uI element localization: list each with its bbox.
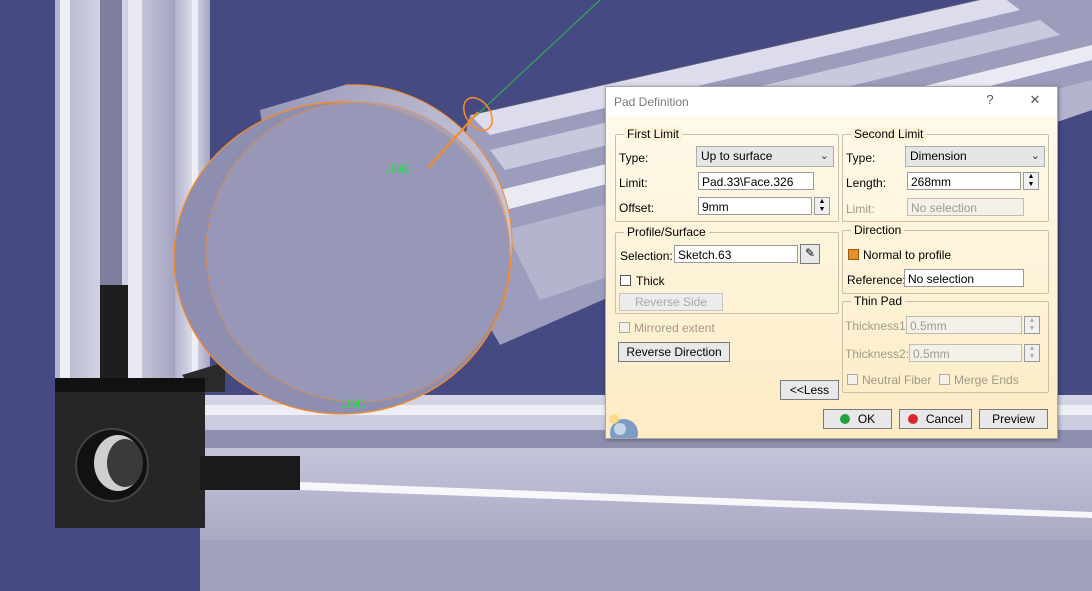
selection-field[interactable]: Sketch.63	[674, 245, 798, 263]
reference-label: Reference:	[847, 273, 906, 287]
first-limit-group: First Limit Type: Up to surface ⌄ Limit:…	[615, 127, 839, 222]
thickness1-label: Thickness1:	[845, 319, 910, 333]
offset-label: Offset:	[619, 201, 655, 215]
ok-status-icon	[839, 414, 850, 424]
offset-field[interactable]: 9mm	[698, 197, 812, 215]
less-button[interactable]: <<Less	[780, 380, 839, 400]
first-type-label: Type:	[619, 151, 649, 165]
neutral-fiber-checkbox[interactable]	[847, 374, 858, 385]
thin-pad-legend: Thin Pad	[851, 294, 906, 308]
preview-button[interactable]: Preview	[979, 409, 1048, 429]
first-limit-label: Limit:	[619, 176, 648, 190]
thickness1-spinner[interactable]: ▲ ▼	[1024, 316, 1040, 334]
thickness2-spinner[interactable]: ▲ ▼	[1024, 344, 1040, 362]
profile-surface-legend: Profile/Surface	[624, 225, 709, 239]
second-type-value: Dimension	[910, 149, 967, 163]
second-limit-legend: Second Limit	[851, 127, 927, 141]
cancel-button[interactable]: Cancel	[899, 409, 972, 429]
sketcher-edit-icon[interactable]: ✎	[800, 244, 820, 264]
direction-group: Direction Normal to profile Reference: N…	[842, 223, 1049, 294]
first-limit-field[interactable]: Pad.33\Face.326	[698, 172, 814, 190]
thickness1-field[interactable]: 0.5mm	[906, 316, 1022, 334]
length-spinner[interactable]: ▲ ▼	[1023, 172, 1039, 190]
thick-checkbox[interactable]	[620, 275, 631, 286]
thickness2-label: Thickness2:	[845, 347, 910, 361]
thin-pad-group: Thin Pad Thickness1: 0.5mm ▲ ▼ Thickness2…	[842, 294, 1049, 393]
normal-to-profile-checkbox[interactable]	[848, 249, 859, 260]
merge-ends-label: Merge Ends	[954, 373, 1019, 387]
first-type-value: Up to surface	[701, 149, 773, 163]
length-field[interactable]: 268mm	[907, 172, 1021, 190]
close-button[interactable]: ✕	[1025, 92, 1045, 110]
lim2-label: LIM2	[384, 162, 411, 176]
thickness2-field[interactable]: 0.5mm	[909, 344, 1022, 362]
ok-button-label: OK	[857, 412, 876, 426]
reference-field[interactable]: No selection	[904, 269, 1024, 287]
mirrored-extent-label: Mirrored extent	[634, 321, 715, 335]
cancel-button-label: Cancel	[925, 412, 964, 426]
chevron-down-icon: ⌄	[819, 150, 829, 162]
second-type-dropdown[interactable]: Dimension ⌄	[905, 146, 1045, 167]
dialog-title: Pad Definition	[614, 95, 689, 109]
thick-label: Thick	[636, 274, 665, 288]
neutral-fiber-label: Neutral Fiber	[862, 373, 932, 387]
ok-button[interactable]: OK	[823, 409, 892, 429]
pad-definition-dialog: Pad Definition ? ✕ First Limit Type: Up …	[605, 86, 1058, 439]
reverse-direction-button[interactable]: Reverse Direction	[618, 342, 730, 362]
reverse-side-button[interactable]: Reverse Side	[619, 293, 723, 311]
length-label: Length:	[846, 176, 887, 190]
vertical-extrusion[interactable]	[55, 0, 210, 385]
profile-surface-group: Profile/Surface Selection: Sketch.63 ✎ T…	[615, 225, 839, 314]
lim1-label: LIM1	[340, 397, 367, 411]
first-limit-legend: First Limit	[624, 127, 682, 141]
selection-label: Selection:	[620, 249, 673, 263]
direction-legend: Direction	[851, 223, 905, 237]
dialog-titlebar[interactable]: Pad Definition ? ✕	[606, 87, 1057, 115]
second-limit-group: Second Limit Type: Dimension ⌄ Length: 2…	[842, 127, 1049, 222]
normal-to-profile-label: Normal to profile	[863, 248, 952, 262]
mirrored-extent-checkbox[interactable]	[619, 322, 630, 333]
help-button[interactable]: ?	[980, 92, 1000, 110]
merge-ends-checkbox[interactable]	[939, 374, 950, 385]
first-type-dropdown[interactable]: Up to surface ⌄	[696, 146, 834, 167]
cancel-status-icon	[907, 414, 918, 424]
catia-logo-icon	[609, 414, 638, 438]
chevron-down-icon: ⌄	[1030, 150, 1040, 162]
offset-spinner[interactable]: ▲ ▼	[814, 197, 830, 215]
second-limit-label: Limit:	[846, 202, 875, 216]
second-limit-field[interactable]: No selection	[907, 198, 1024, 216]
second-type-label: Type:	[846, 151, 876, 165]
